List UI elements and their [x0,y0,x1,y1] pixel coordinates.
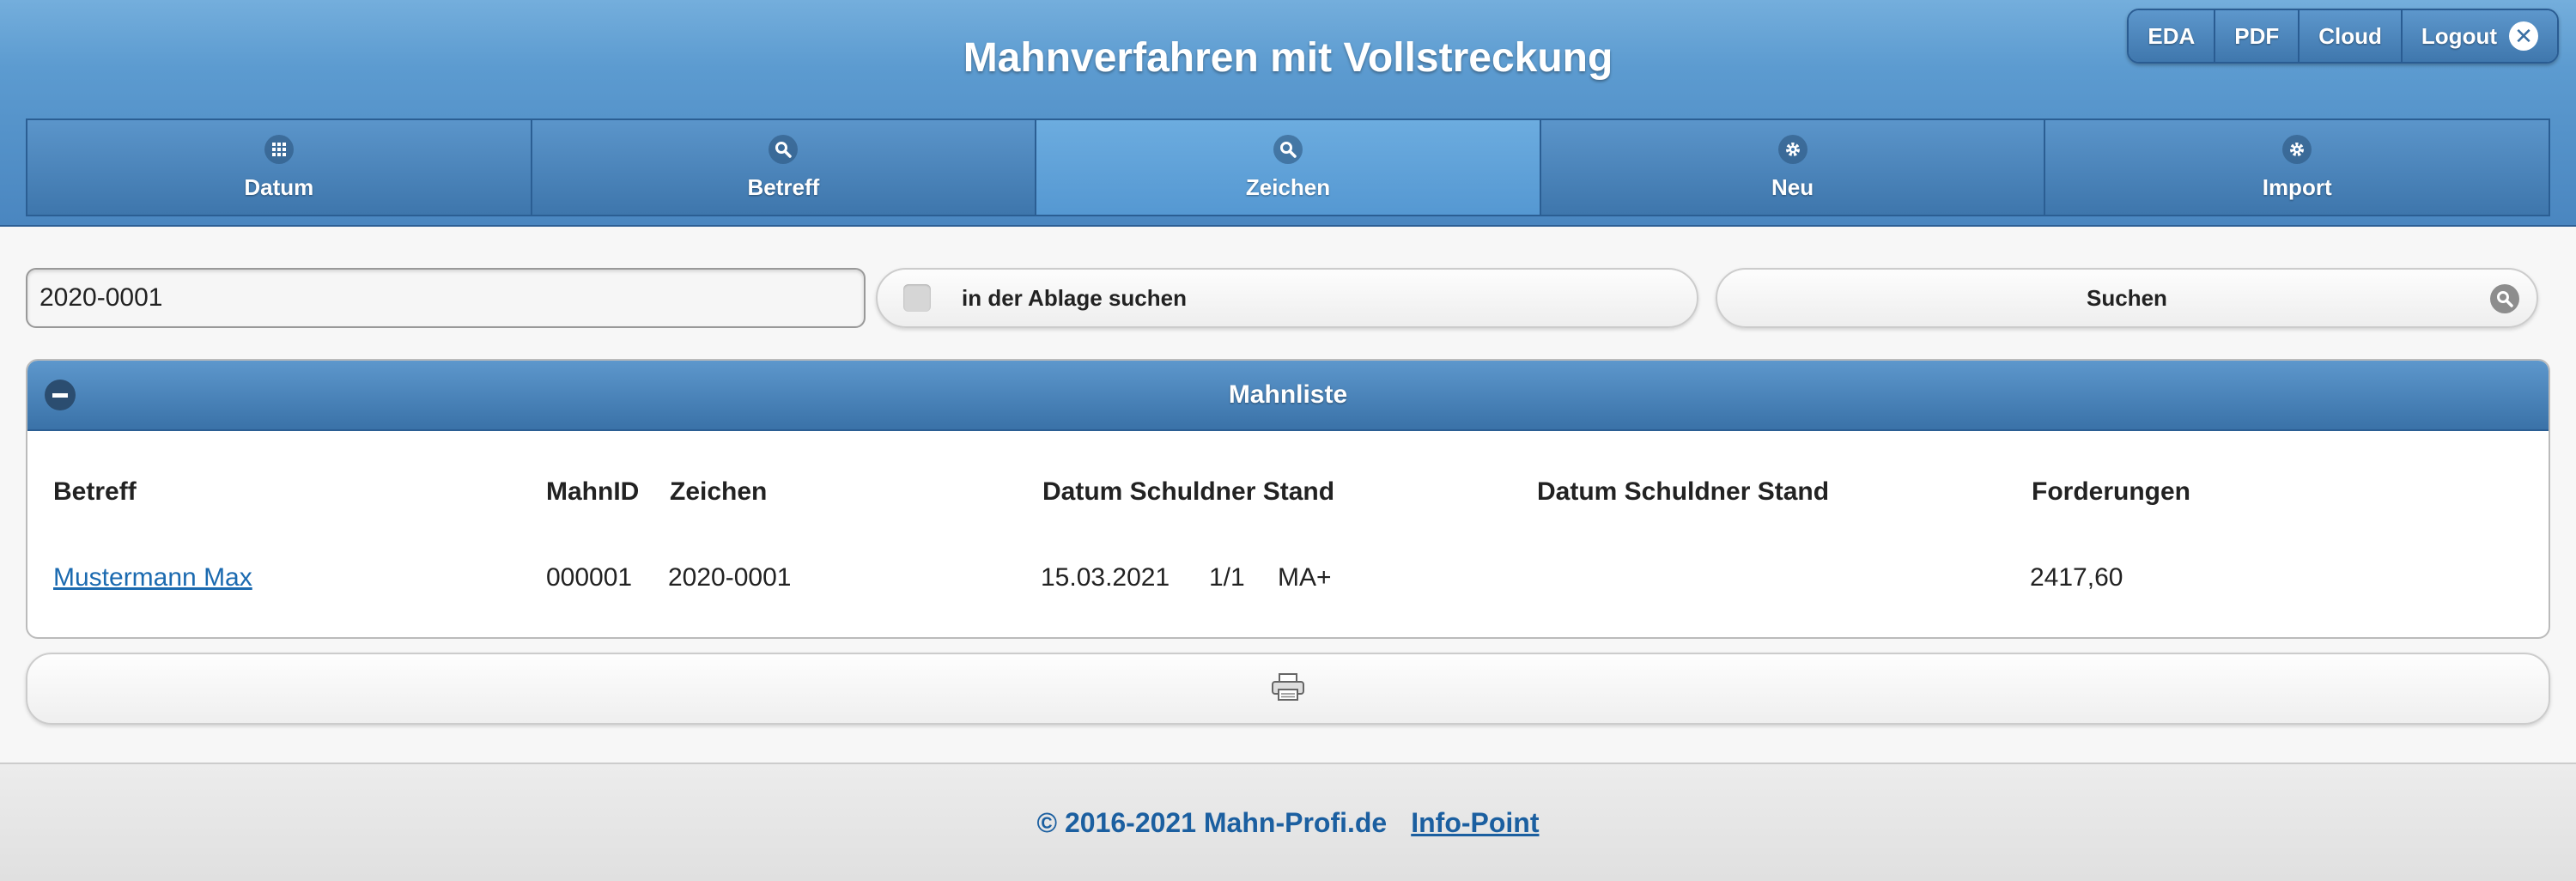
logout-label: Logout [2421,22,2497,49]
grid-icon [264,134,294,164]
panel-header[interactable]: Mahnliste [27,361,2549,431]
copyright-text: © 2016-2021 Mahn-Profi.de [1036,806,1388,838]
table-cell-stand: MA+ [1278,563,1332,592]
table-cell-mahnid: 000001 [546,563,633,592]
tab-datum-label: Datum [244,173,314,200]
search-icon [2490,284,2519,313]
tab-betreff[interactable]: Betreff [532,120,1037,215]
column-header-betreff: Betreff [53,477,137,506]
close-icon: ✕ [2509,21,2538,51]
gear-icon [2282,134,2312,164]
column-header-zeichen: Zeichen [670,477,768,506]
panel-title: Mahnliste [1228,380,1348,409]
search-input[interactable] [26,268,866,328]
archive-checkbox[interactable] [903,284,931,312]
table-cell-zeichen: 2020-0001 [668,563,792,592]
betreff-link[interactable]: Mustermann Max [53,563,252,592]
cloud-button[interactable]: Cloud [2300,10,2403,62]
archive-label: in der Ablage suchen [962,284,1187,311]
search-icon [1273,134,1303,164]
gear-icon [1777,134,1807,164]
info-point-link[interactable]: Info-Point [1411,807,1539,839]
tab-betreff-label: Betreff [747,173,820,200]
search-button[interactable]: Suchen [1716,268,2538,328]
tab-zeichen-label: Zeichen [1245,173,1331,200]
column-header-datum-schuldner-stand: Datum Schuldner Stand [1042,477,1335,506]
pdf-button[interactable]: PDF [2215,10,2300,62]
search-controls: in der Ablage suchen Suchen [26,268,2542,331]
top-button-group: EDA PDF Cloud Logout ✕ [2127,9,2559,64]
tab-neu[interactable]: Neu [1540,120,2046,215]
printer-icon [1271,672,1305,706]
logout-button[interactable]: Logout ✕ [2402,10,2557,62]
column-header-mahnid: MahnID [546,477,640,506]
collapse-icon[interactable] [45,380,76,410]
tab-import[interactable]: Import [2045,120,2549,215]
app-header: Mahnverfahren mit Vollstreckung EDA PDF … [0,0,2576,227]
table-cell-betreff[interactable]: Mustermann Max [53,563,252,592]
table-cell-datum: 15.03.2021 [1041,563,1170,592]
main-nav: Datum Betreff Zeichen Neu Import [26,118,2550,216]
tab-neu-label: Neu [1771,173,1814,200]
search-button-label: Suchen [2087,284,2167,311]
footer: © 2016-2021 Mahn-Profi.de Info-Point [0,763,2576,881]
eda-button[interactable]: EDA [2129,10,2216,62]
table-cell-schuldner: 1/1 [1209,563,1245,592]
print-button[interactable] [26,653,2550,725]
tab-datum[interactable]: Datum [27,120,532,215]
mahnliste-panel: Mahnliste Betreff MahnID Zeichen Datum S… [26,359,2550,639]
column-header-forderungen: Forderungen [2032,477,2190,506]
tab-zeichen[interactable]: Zeichen [1036,120,1541,215]
search-icon [769,134,799,164]
column-header-datum-schuldner-stand-2: Datum Schuldner Stand [1537,477,1830,506]
archive-search-toggle[interactable]: in der Ablage suchen [876,268,1698,328]
table-cell-forderungen: 2417,60 [2030,563,2123,592]
tab-import-label: Import [2262,173,2332,200]
